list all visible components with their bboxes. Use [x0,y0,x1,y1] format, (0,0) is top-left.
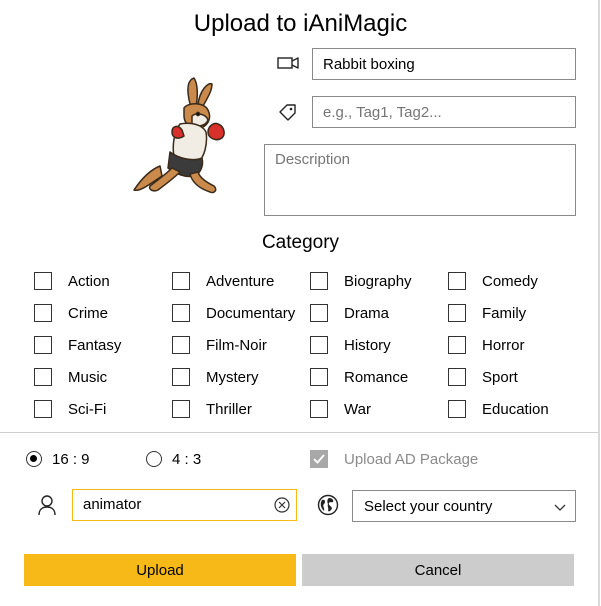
checkbox-box[interactable] [172,400,190,418]
upload-ad-package-label: Upload AD Package [344,450,479,468]
checkmark-icon [310,450,328,468]
category-checkbox-biography[interactable]: Biography [310,270,412,292]
radio-16-9-label: 16 : 9 [52,450,90,468]
category-label: Crime [68,304,108,322]
category-label: Comedy [482,272,538,290]
checkbox-box[interactable] [310,336,328,354]
checkbox-box[interactable] [310,272,328,290]
category-label: Sci-Fi [68,400,107,418]
radio-4-3[interactable]: 4 : 3 [146,448,201,470]
category-checkbox-action[interactable]: Action [34,270,110,292]
username-input[interactable] [83,496,263,513]
category-checkbox-war[interactable]: War [310,398,371,420]
upload-button[interactable]: Upload [24,554,296,586]
category-checkbox-crime[interactable]: Crime [34,302,108,324]
username-field[interactable] [72,489,297,521]
title-input[interactable] [312,48,576,80]
checkbox-box[interactable] [448,304,466,322]
category-checkbox-sci-fi[interactable]: Sci-Fi [34,398,106,420]
category-checkbox-music[interactable]: Music [34,366,107,388]
category-checkbox-drama[interactable]: Drama [310,302,389,324]
radio-16-9[interactable]: 16 : 9 [26,448,90,470]
window-edge [598,0,600,606]
category-label: Mystery [206,368,259,386]
radio-16-9-indicator[interactable] [26,451,42,467]
category-label: War [344,400,371,418]
checkbox-box[interactable] [172,336,190,354]
checkbox-box[interactable] [34,272,52,290]
category-label: Thriller [206,400,252,418]
upload-ad-package-checkbox[interactable]: Upload AD Package [310,448,478,470]
rabbit-boxer-illustration [133,77,225,194]
category-label: Documentary [206,304,296,322]
category-checkbox-sport[interactable]: Sport [448,366,518,388]
checkbox-box[interactable] [172,272,190,290]
description-textarea[interactable] [264,144,576,216]
clear-circle-icon[interactable] [274,497,290,513]
category-label: Fantasy [68,336,122,354]
category-checkbox-history[interactable]: History [310,334,391,356]
radio-4-3-indicator[interactable] [146,451,162,467]
category-checkbox-adventure[interactable]: Adventure [172,270,274,292]
country-select[interactable]: Select your country [352,490,576,522]
radio-4-3-label: 4 : 3 [172,450,202,468]
category-checkbox-mystery[interactable]: Mystery [172,366,259,388]
tags-input[interactable] [312,96,576,128]
category-label: Drama [344,304,390,322]
checkbox-box[interactable] [448,336,466,354]
category-label: Family [482,304,527,322]
country-select-value: Select your country [364,498,493,515]
checkbox-box[interactable] [448,400,466,418]
category-label: History [344,336,391,354]
category-checkbox-documentary[interactable]: Documentary [172,302,295,324]
tag-icon [277,101,299,123]
checkbox-box[interactable] [34,368,52,386]
person-icon [36,494,58,516]
category-checkbox-romance[interactable]: Romance [310,366,408,388]
checkbox-box[interactable] [310,304,328,322]
category-label: Music [68,368,108,386]
category-label: Sport [482,368,518,386]
category-label: Horror [482,336,525,354]
checkbox-box[interactable] [448,272,466,290]
checkbox-box[interactable] [310,400,328,418]
category-checkbox-education[interactable]: Education [448,398,549,420]
checkbox-box[interactable] [448,368,466,386]
category-label: Adventure [206,272,275,290]
globe-icon [317,494,339,516]
category-label: Biography [344,272,412,290]
checkbox-box[interactable] [34,304,52,322]
category-checkbox-horror[interactable]: Horror [448,334,525,356]
checkbox-box[interactable] [34,400,52,418]
checkbox-box[interactable] [34,336,52,354]
category-checkbox-comedy[interactable]: Comedy [448,270,538,292]
category-checkbox-film-noir[interactable]: Film-Noir [172,334,267,356]
chevron-down-icon [554,504,566,511]
category-label: Action [68,272,110,290]
category-checkbox-family[interactable]: Family [448,302,526,324]
category-title: Category [261,232,340,253]
cancel-button[interactable]: Cancel [302,554,574,586]
category-label: Education [482,400,549,418]
category-checkbox-thriller[interactable]: Thriller [172,398,252,420]
category-label: Romance [344,368,409,386]
category-label: Film-Noir [206,336,267,354]
divider [0,432,598,433]
checkbox-box[interactable] [310,368,328,386]
dialog-title: Upload to iAniMagic [193,10,408,37]
checkbox-box[interactable] [172,368,190,386]
video-camera-icon [277,52,299,74]
category-checkbox-fantasy[interactable]: Fantasy [34,334,121,356]
checkbox-box[interactable] [172,304,190,322]
